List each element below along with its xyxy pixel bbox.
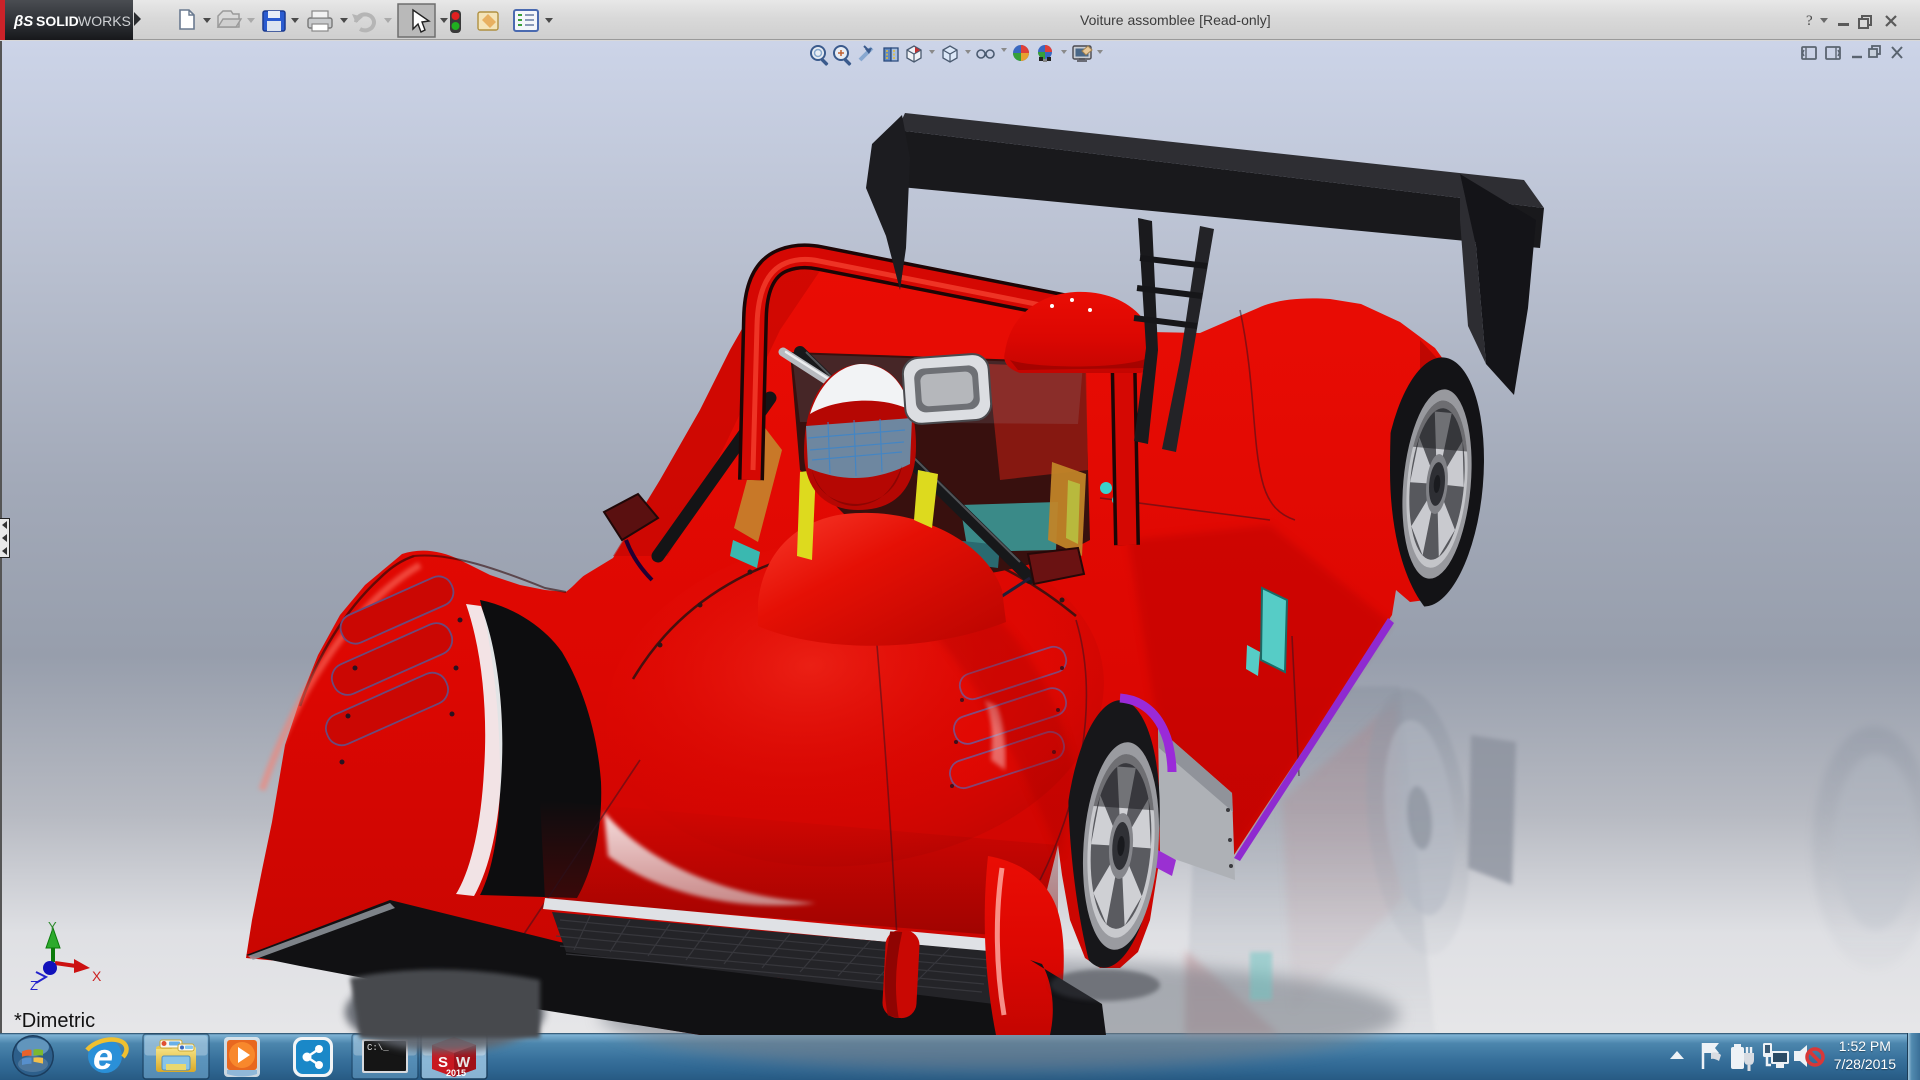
svg-text:X: X bbox=[92, 968, 102, 984]
svg-text:Y: Y bbox=[48, 919, 57, 934]
svg-text:Z: Z bbox=[30, 978, 38, 993]
